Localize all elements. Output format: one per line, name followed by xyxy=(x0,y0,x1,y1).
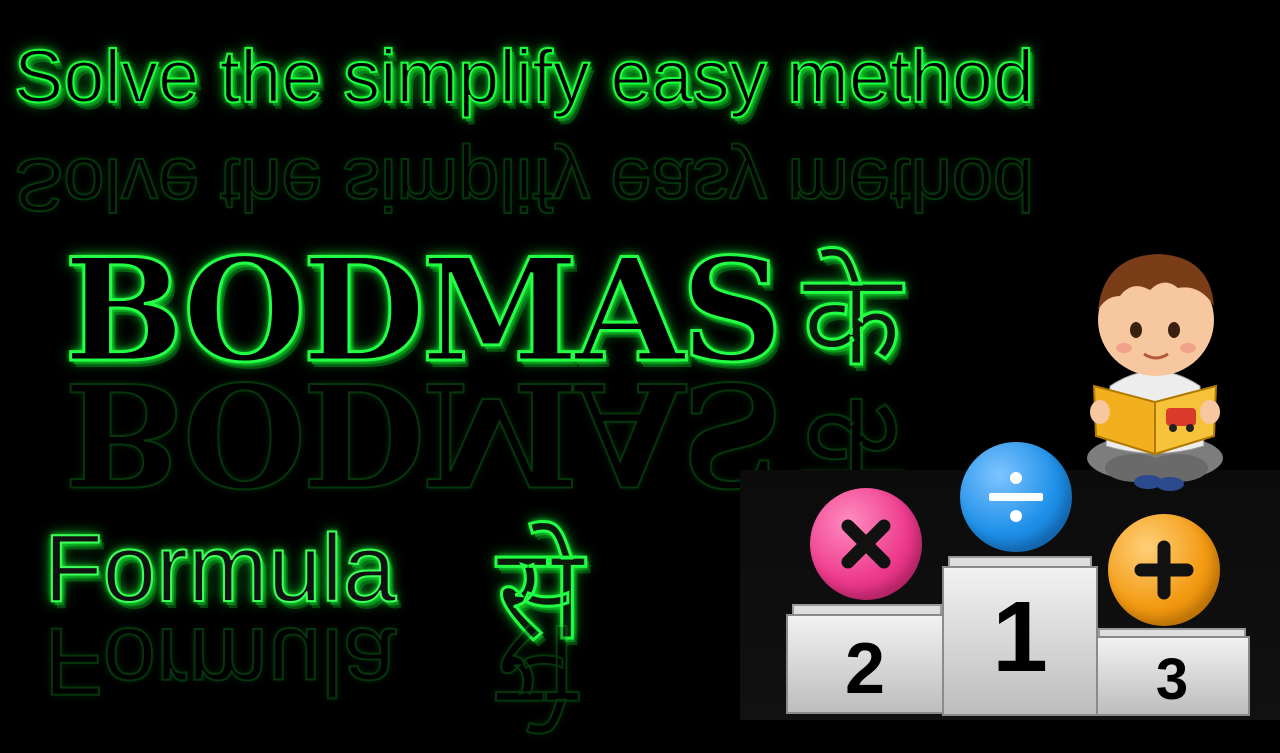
formula-reflection: Formula xyxy=(43,607,397,716)
podium-third-number: 3 xyxy=(1155,647,1189,712)
divide-icon xyxy=(989,472,1043,522)
plus-ball xyxy=(1108,514,1220,626)
bodmas-reflection: BODMAS xyxy=(63,349,780,517)
podium-first: 1 xyxy=(942,566,1098,716)
podium-second-number: 2 xyxy=(844,629,886,709)
title-text: Solve the simplify easy method xyxy=(13,34,1035,119)
plus-icon xyxy=(1134,540,1194,600)
hindi-se-reflection: से xyxy=(495,596,578,737)
multiply-icon xyxy=(841,519,891,569)
divide-ball xyxy=(960,442,1072,552)
podium-third: 3 xyxy=(1094,636,1250,716)
podium-second: 2 xyxy=(786,614,944,714)
multiply-ball xyxy=(810,488,922,600)
boy-reading-illustration xyxy=(1087,254,1223,491)
podium-first-number: 1 xyxy=(992,581,1048,693)
title-reflection: Solve the simplify easy method xyxy=(13,142,1035,227)
